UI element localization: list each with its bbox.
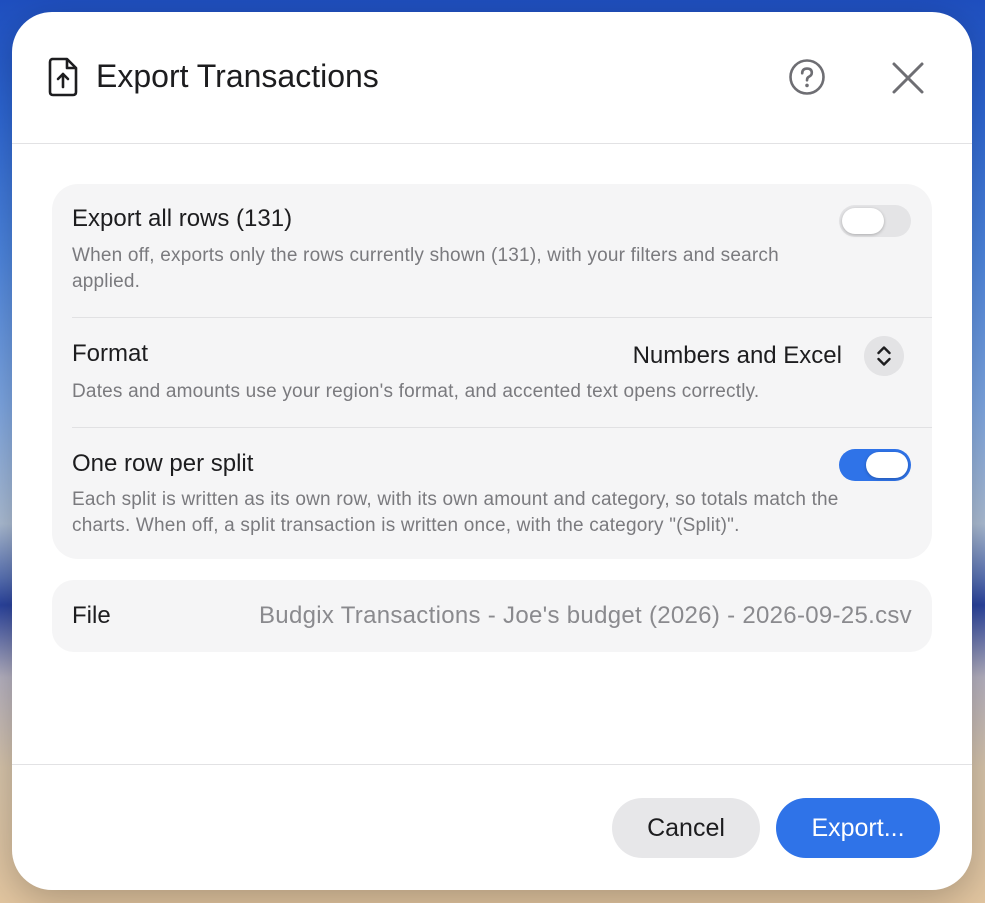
toggle-knob (866, 452, 908, 478)
export-button[interactable]: Export... (776, 798, 940, 858)
file-card[interactable]: File Budgix Transactions - Joe's budget … (52, 580, 932, 652)
format-value[interactable]: Numbers and Excel (633, 341, 842, 371)
row-divider (72, 317, 932, 318)
row-divider (72, 427, 932, 428)
footer-divider (12, 764, 972, 765)
doc-export-icon (48, 57, 78, 97)
question-circle-icon[interactable] (788, 58, 826, 96)
cancel-button[interactable]: Cancel (612, 798, 760, 858)
options-card: Export all rows (131) When off, exports … (52, 184, 932, 559)
export-all-title: Export all rows (131) (72, 205, 293, 232)
export-dialog: Export Transactions Export all rows (131… (12, 12, 972, 890)
toggle-knob (842, 208, 884, 234)
export-all-toggle[interactable] (839, 205, 911, 237)
dialog-header: Export Transactions (12, 12, 972, 144)
file-name[interactable]: Budgix Transactions - Joe's budget (2026… (259, 601, 912, 631)
format-description: Dates and amounts use your region's form… (72, 381, 760, 402)
dialog-title: Export Transactions (96, 58, 379, 94)
format-title: Format (72, 340, 149, 367)
split-title: One row per split (72, 450, 254, 477)
chevron-up-down-icon[interactable] (864, 336, 904, 376)
split-toggle[interactable] (839, 449, 911, 481)
export-all-description: When off, exports only the rows currentl… (72, 245, 779, 292)
close-icon[interactable] (888, 58, 928, 98)
split-description: Each split is written as its own row, wi… (72, 489, 839, 536)
file-label: File (72, 602, 111, 629)
